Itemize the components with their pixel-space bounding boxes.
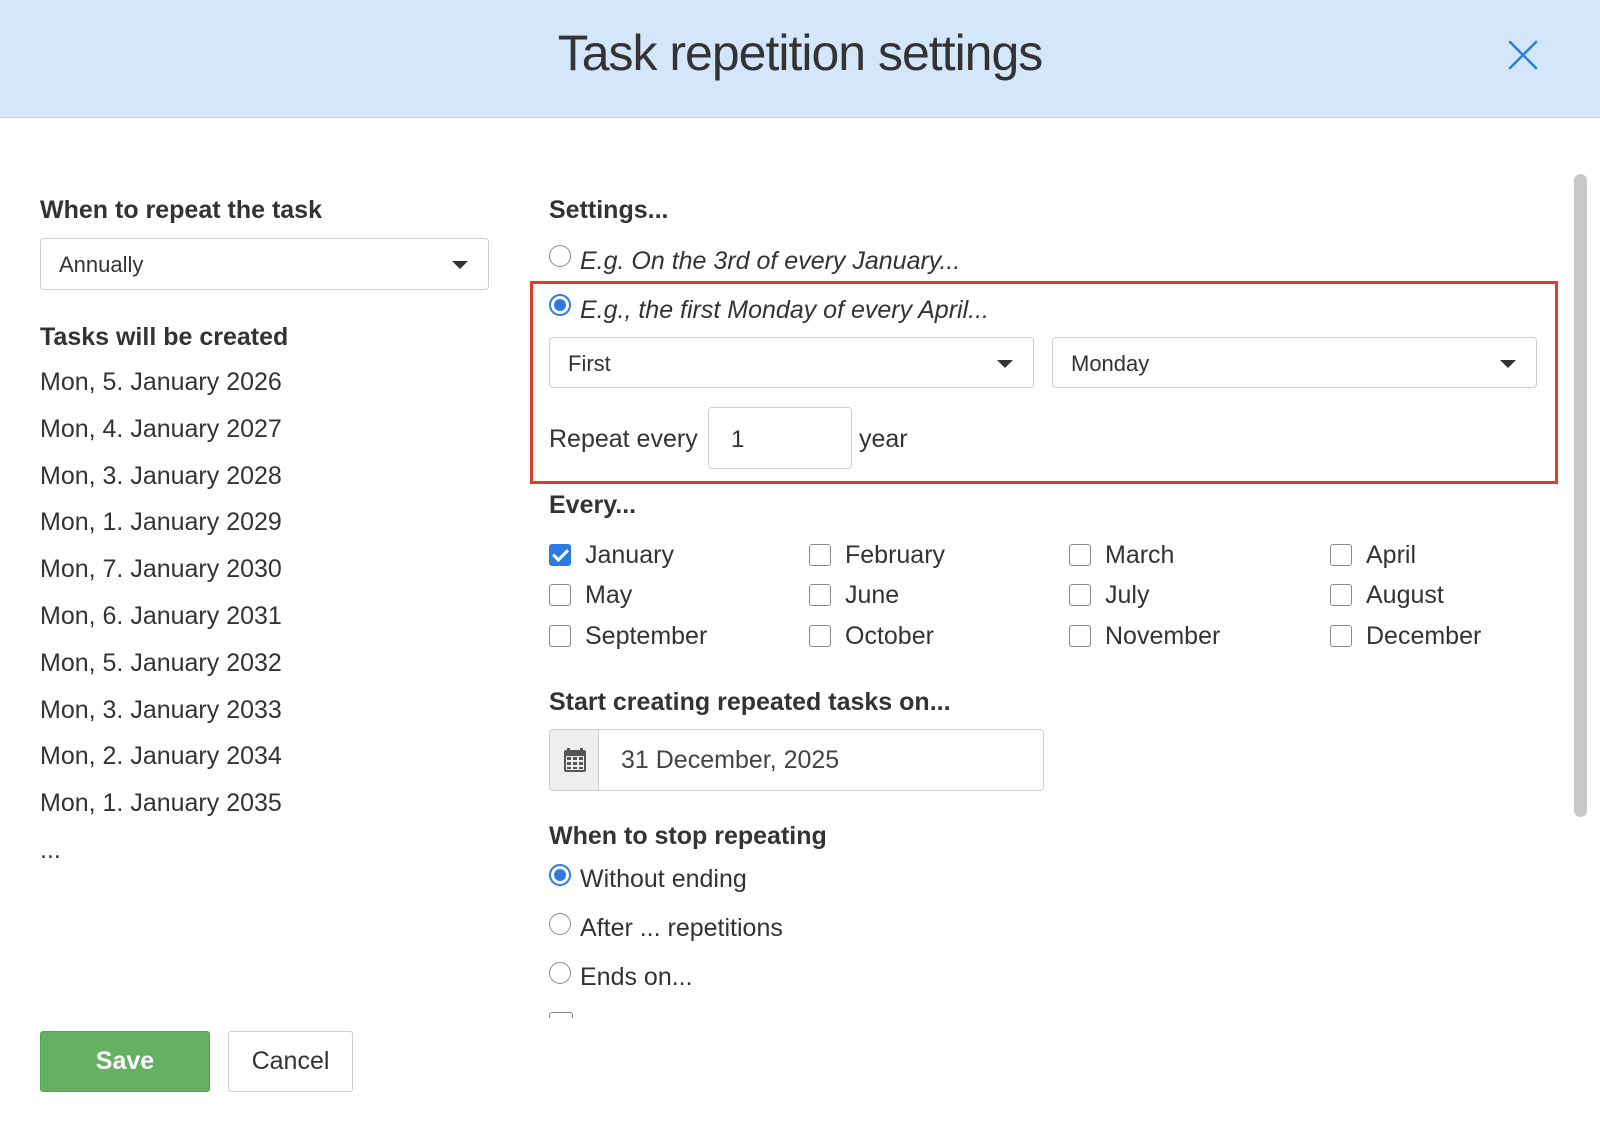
start-date-input[interactable]: 31 December, 2025 xyxy=(549,729,1044,791)
month-checkbox-may[interactable] xyxy=(549,584,571,606)
list-ellipsis: ... xyxy=(40,835,61,864)
calendar-icon xyxy=(564,748,586,772)
month-checkbox-february[interactable] xyxy=(809,544,831,566)
scrollbar[interactable] xyxy=(1574,174,1587,817)
when-to-repeat-label: When to repeat the task xyxy=(40,196,322,224)
list-item: Mon, 3. January 2028 xyxy=(40,461,282,490)
close-icon[interactable] xyxy=(1506,38,1540,72)
chevron-down-icon xyxy=(997,360,1013,368)
radio-weekday-of-month-label: E.g., the first Monday of every April... xyxy=(580,296,989,324)
month-checkbox-december[interactable] xyxy=(1330,625,1352,647)
created-tasks-list: Mon, 5. January 2026 Mon, 4. January 202… xyxy=(40,365,282,880)
frequency-select[interactable]: Annually xyxy=(40,238,489,290)
radio-without-ending-label: Without ending xyxy=(580,865,747,893)
month-label-september: September xyxy=(585,622,708,650)
month-checkbox-june[interactable] xyxy=(809,584,831,606)
month-label-april: April xyxy=(1366,541,1417,569)
month-checkbox-march[interactable] xyxy=(1069,544,1091,566)
clipped-checkbox[interactable] xyxy=(549,1012,573,1018)
repeat-unit-label: year xyxy=(859,425,908,453)
list-item: Mon, 1. January 2029 xyxy=(40,508,282,537)
radio-ends-on[interactable] xyxy=(549,962,571,984)
radio-without-ending[interactable] xyxy=(549,864,571,886)
month-label-october: October xyxy=(845,622,934,650)
radio-after-repetitions[interactable] xyxy=(549,913,571,935)
list-item: Mon, 7. January 2030 xyxy=(40,555,282,584)
list-item: Mon, 5. January 2026 xyxy=(40,368,282,396)
month-checkbox-september[interactable] xyxy=(549,625,571,647)
month-label-january: January xyxy=(585,541,674,569)
chevron-down-icon xyxy=(1500,360,1516,368)
month-checkbox-april[interactable] xyxy=(1330,544,1352,566)
ordinal-select-value: First xyxy=(568,351,611,376)
month-label-august: August xyxy=(1366,581,1444,609)
frequency-select-value: Annually xyxy=(59,252,144,277)
list-item: Mon, 6. January 2031 xyxy=(40,601,282,630)
list-item: Mon, 3. January 2033 xyxy=(40,695,282,724)
list-item: Mon, 2. January 2034 xyxy=(40,742,282,771)
dialog-header: Task repetition settings xyxy=(0,0,1600,118)
dialog-title: Task repetition settings xyxy=(557,25,1044,81)
month-label-november: November xyxy=(1105,622,1221,650)
month-label-may: May xyxy=(585,581,633,609)
radio-after-repetitions-label: After ... repetitions xyxy=(580,914,783,942)
month-checkbox-october[interactable] xyxy=(809,625,831,647)
ordinal-select[interactable]: First xyxy=(549,337,1034,388)
month-label-december: December xyxy=(1366,622,1482,650)
month-checkbox-august[interactable] xyxy=(1330,584,1352,606)
radio-day-of-month-label: E.g. On the 3rd of every January... xyxy=(580,247,961,275)
list-item: Mon, 4. January 2027 xyxy=(40,414,282,443)
weekday-select-value: Monday xyxy=(1071,351,1150,376)
month-checkbox-january[interactable] xyxy=(549,544,571,566)
stop-repeating-label: When to stop repeating xyxy=(549,822,827,850)
month-label-march: March xyxy=(1105,541,1175,569)
repeat-every-label: Repeat every xyxy=(549,425,698,453)
month-label-february: February xyxy=(845,541,946,569)
month-checkbox-november[interactable] xyxy=(1069,625,1091,647)
radio-weekday-of-month[interactable] xyxy=(549,294,571,316)
every-label: Every... xyxy=(549,491,637,519)
chevron-down-icon xyxy=(452,261,468,269)
radio-day-of-month[interactable] xyxy=(549,245,571,267)
calendar-button[interactable] xyxy=(550,730,599,790)
cancel-button[interactable]: Cancel xyxy=(228,1031,353,1092)
weekday-select[interactable]: Monday xyxy=(1052,337,1537,388)
month-label-july: July xyxy=(1105,581,1150,609)
settings-label: Settings... xyxy=(549,196,669,224)
start-date-label: Start creating repeated tasks on... xyxy=(549,688,951,716)
tasks-will-be-created-label: Tasks will be created xyxy=(40,323,289,351)
month-checkbox-july[interactable] xyxy=(1069,584,1091,606)
save-button[interactable]: Save xyxy=(40,1031,210,1092)
repeat-every-input[interactable]: 1 xyxy=(708,407,852,469)
radio-ends-on-label: Ends on... xyxy=(580,963,693,991)
list-item: Mon, 1. January 2035 xyxy=(40,789,282,818)
list-item: Mon, 5. January 2032 xyxy=(40,648,282,677)
month-label-june: June xyxy=(845,581,900,609)
start-date-value: 31 December, 2025 xyxy=(621,746,840,774)
